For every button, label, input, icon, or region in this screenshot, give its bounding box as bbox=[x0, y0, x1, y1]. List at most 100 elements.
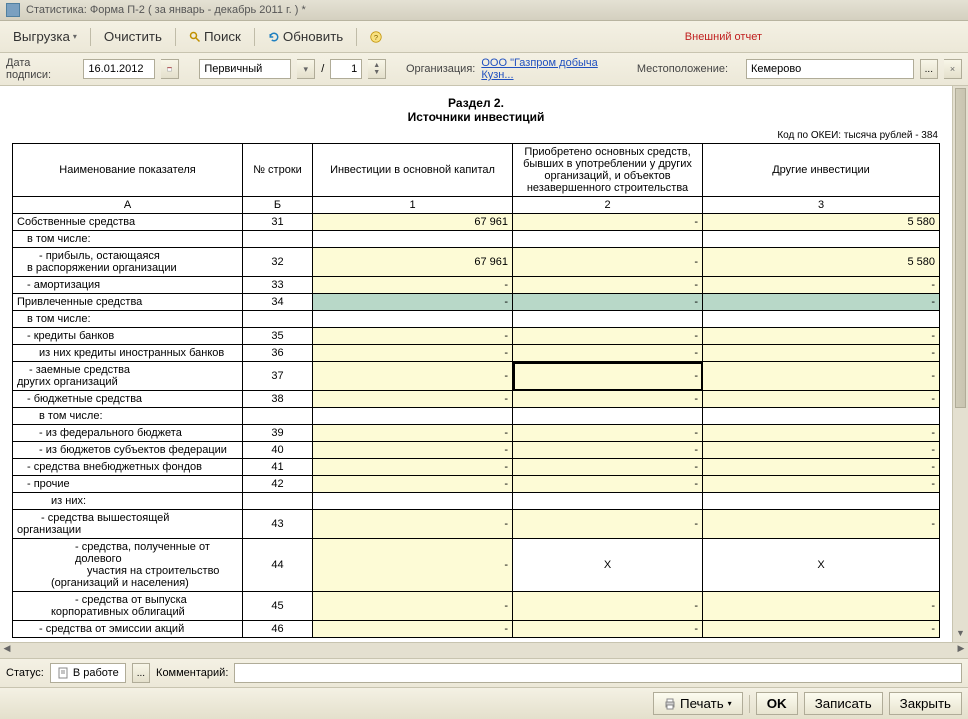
cell-c2[interactable]: - bbox=[513, 345, 703, 362]
cell-c1[interactable]: - bbox=[313, 476, 513, 493]
cell-c3 bbox=[703, 311, 940, 328]
clear-button[interactable]: Очистить bbox=[97, 25, 169, 48]
cell-c3[interactable]: - bbox=[703, 510, 940, 539]
cell-c2[interactable]: - bbox=[513, 248, 703, 277]
row-name: - кредиты банков bbox=[13, 328, 243, 345]
external-report-link[interactable]: Внешний отчет bbox=[685, 31, 762, 43]
search-button[interactable]: Поиск bbox=[182, 25, 248, 48]
location-input[interactable] bbox=[746, 59, 914, 79]
table-row: - из бюджетов субъектов федерации40--- bbox=[13, 442, 940, 459]
date-input[interactable] bbox=[83, 59, 155, 79]
date-label: Дата подписи: bbox=[6, 57, 77, 81]
scroll-left-icon[interactable]: ◀ bbox=[0, 643, 14, 658]
row-number: 37 bbox=[243, 362, 313, 391]
printer-icon bbox=[664, 698, 676, 710]
print-button[interactable]: Печать▾ bbox=[653, 692, 743, 715]
location-picker-button[interactable]: ... bbox=[920, 59, 938, 79]
table-row: - прибыль, остающаясяв распоряжении орга… bbox=[13, 248, 940, 277]
horizontal-scrollbar[interactable]: ◀ ▶ bbox=[0, 642, 968, 658]
section-subheading: Источники инвестиций bbox=[12, 110, 940, 124]
scroll-thumb[interactable] bbox=[955, 88, 966, 408]
cell-c1 bbox=[313, 311, 513, 328]
kind-dropdown-button[interactable]: ▾ bbox=[297, 59, 315, 79]
cell-c2[interactable]: - bbox=[513, 621, 703, 638]
cell-c2[interactable]: - bbox=[513, 294, 703, 311]
vertical-scrollbar[interactable]: ▲ ▼ bbox=[952, 86, 968, 642]
cell-c2[interactable]: - bbox=[513, 592, 703, 621]
cell-c3[interactable]: 5 580 bbox=[703, 214, 940, 231]
row-number bbox=[243, 311, 313, 328]
cell-c1[interactable]: - bbox=[313, 294, 513, 311]
cell-c1 bbox=[313, 408, 513, 425]
cell-c1[interactable]: - bbox=[313, 345, 513, 362]
cell-c3[interactable]: - bbox=[703, 476, 940, 493]
number-spinner[interactable]: ▲▼ bbox=[368, 59, 386, 79]
cell-c3[interactable]: - bbox=[703, 345, 940, 362]
cell-c2[interactable]: X bbox=[513, 539, 703, 592]
cell-c2[interactable]: - bbox=[513, 362, 703, 391]
date-picker-button[interactable] bbox=[161, 59, 179, 79]
cell-c2[interactable]: - bbox=[513, 328, 703, 345]
loc-label: Местоположение: bbox=[637, 63, 728, 75]
help-button[interactable]: ? bbox=[363, 27, 389, 47]
cell-c3[interactable]: X bbox=[703, 539, 940, 592]
row-number: 36 bbox=[243, 345, 313, 362]
ok-button[interactable]: OK bbox=[756, 692, 798, 715]
cell-c1[interactable]: 67 961 bbox=[313, 248, 513, 277]
comment-input[interactable] bbox=[234, 663, 962, 683]
cell-c2[interactable]: - bbox=[513, 214, 703, 231]
status-picker-button[interactable]: ... bbox=[132, 663, 150, 683]
cell-c1[interactable]: - bbox=[313, 539, 513, 592]
cell-c3[interactable]: - bbox=[703, 442, 940, 459]
number-input[interactable] bbox=[330, 59, 362, 79]
cell-c3[interactable]: - bbox=[703, 294, 940, 311]
cell-c1[interactable]: - bbox=[313, 510, 513, 539]
cell-c2[interactable]: - bbox=[513, 425, 703, 442]
cell-c3[interactable]: - bbox=[703, 362, 940, 391]
cell-c1[interactable]: - bbox=[313, 391, 513, 408]
cell-c1[interactable]: - bbox=[313, 362, 513, 391]
save-button[interactable]: Записать bbox=[804, 692, 883, 715]
scroll-down-icon[interactable]: ▼ bbox=[953, 628, 968, 642]
cell-c2[interactable]: - bbox=[513, 391, 703, 408]
cell-c2[interactable]: - bbox=[513, 277, 703, 294]
cell-c1[interactable]: - bbox=[313, 425, 513, 442]
separator bbox=[90, 28, 91, 46]
export-button[interactable]: Выгрузка▾ bbox=[6, 25, 84, 48]
kind-select[interactable] bbox=[199, 59, 291, 79]
close-button[interactable]: Закрыть bbox=[889, 692, 962, 715]
table-row: - средства от эмиссии акций46--- bbox=[13, 621, 940, 638]
cell-c3[interactable]: - bbox=[703, 391, 940, 408]
cell-c3[interactable]: 5 580 bbox=[703, 248, 940, 277]
row-name: - средства внебюджетных фондов bbox=[13, 459, 243, 476]
cell-c1[interactable]: - bbox=[313, 621, 513, 638]
cell-c2[interactable]: - bbox=[513, 442, 703, 459]
cell-c3[interactable]: - bbox=[703, 592, 940, 621]
document-area: Раздел 2. Источники инвестиций Код по ОК… bbox=[0, 86, 968, 642]
cell-c1[interactable]: - bbox=[313, 277, 513, 294]
cell-c1[interactable]: - bbox=[313, 442, 513, 459]
cell-c1[interactable]: - bbox=[313, 328, 513, 345]
data-table[interactable]: Наименование показателя № строки Инвести… bbox=[12, 143, 940, 638]
cell-c2[interactable]: - bbox=[513, 510, 703, 539]
cell-c3[interactable]: - bbox=[703, 277, 940, 294]
cell-c3[interactable]: - bbox=[703, 328, 940, 345]
window-title: Статистика: Форма П-2 ( за январь - дека… bbox=[26, 4, 306, 16]
cell-c2[interactable]: - bbox=[513, 476, 703, 493]
table-row: - средства, полученные от долевогоучасти… bbox=[13, 539, 940, 592]
filterbar: Дата подписи: ▾ / ▲▼ Организация: ООО "Г… bbox=[0, 53, 968, 86]
location-clear-button[interactable]: × bbox=[944, 59, 962, 79]
refresh-button[interactable]: Обновить bbox=[261, 25, 350, 48]
cell-c3[interactable]: - bbox=[703, 459, 940, 476]
document-icon bbox=[57, 667, 69, 679]
cell-c1[interactable]: - bbox=[313, 592, 513, 621]
cell-c1[interactable]: 67 961 bbox=[313, 214, 513, 231]
cell-c3[interactable]: - bbox=[703, 425, 940, 442]
cell-c1[interactable]: - bbox=[313, 459, 513, 476]
cell-c3[interactable]: - bbox=[703, 621, 940, 638]
cell-c2[interactable]: - bbox=[513, 459, 703, 476]
org-link[interactable]: ООО "Газпром добыча Кузн... bbox=[481, 57, 631, 81]
toolbar: Выгрузка▾ Очистить Поиск Обновить ? Внеш… bbox=[0, 21, 968, 53]
cell-c2 bbox=[513, 493, 703, 510]
scroll-right-icon[interactable]: ▶ bbox=[954, 643, 968, 658]
